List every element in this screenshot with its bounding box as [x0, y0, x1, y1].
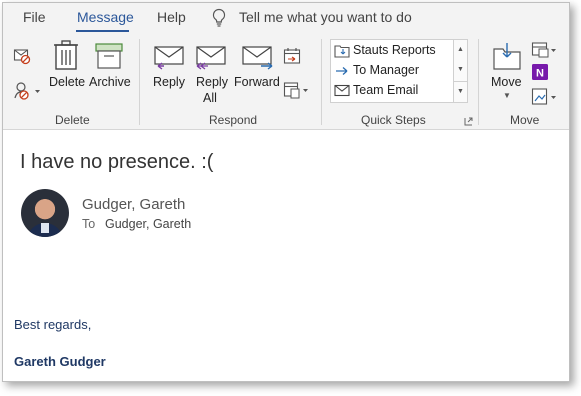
archive-icon[interactable]: [94, 43, 124, 69]
reply-all-button-line2[interactable]: All: [203, 91, 217, 105]
delete-group-label: Delete: [55, 113, 90, 127]
body-closing: Best regards,: [14, 317, 92, 332]
forward-arrow-icon: [336, 67, 348, 75]
active-tab-indicator: [76, 30, 129, 32]
chevron-down-icon[interactable]: ▼: [503, 91, 511, 100]
scroll-down-icon[interactable]: ▼: [454, 60, 467, 80]
reply-button[interactable]: Reply: [153, 75, 185, 89]
sender-name[interactable]: Gudger, Gareth: [82, 196, 185, 213]
actions-icon[interactable]: [531, 87, 559, 107]
onenote-icon[interactable]: N: [531, 63, 549, 81]
tab-message[interactable]: Message: [77, 9, 134, 25]
group-separator: [321, 39, 322, 125]
archive-button[interactable]: Archive: [89, 75, 131, 89]
body-signature: Gareth Gudger: [14, 354, 106, 369]
scroll-up-icon[interactable]: ▲: [454, 40, 467, 60]
quick-steps-scrollbar[interactable]: ▲ ▼ ▼: [453, 40, 467, 102]
trash-icon[interactable]: [53, 39, 79, 71]
quick-step-status-reports[interactable]: Stauts Reports: [333, 41, 451, 60]
quick-steps-gallery: Stauts Reports To Manager Team Email ▲ ▼…: [330, 39, 468, 103]
move-to-folder-icon: [334, 45, 350, 58]
ignore-icon[interactable]: [13, 47, 31, 65]
delete-button[interactable]: Delete: [49, 75, 85, 89]
move-group-label: Move: [510, 113, 540, 127]
menu-bar: File Message Help Tell me what you want …: [3, 3, 569, 33]
dialog-launcher-icon[interactable]: [464, 117, 473, 126]
lightbulb-icon: [212, 8, 226, 27]
tab-help[interactable]: Help: [157, 9, 186, 25]
quick-step-label: Team Email: [353, 83, 419, 97]
group-separator: [139, 39, 140, 125]
ribbon: Delete Archive Delete Reply Reply All Fo…: [3, 33, 569, 130]
tell-me-search[interactable]: Tell me what you want to do: [239, 9, 412, 25]
move-folder-icon[interactable]: [492, 41, 522, 71]
avatar-collar: [41, 223, 49, 233]
quick-step-label: Stauts Reports: [353, 43, 436, 57]
quick-step-label: To Manager: [353, 63, 420, 77]
tab-file[interactable]: File: [23, 9, 46, 25]
group-separator: [478, 39, 479, 125]
message-subject: I have no presence. :(: [20, 151, 214, 173]
reply-all-button[interactable]: Reply: [196, 75, 228, 89]
rules-icon[interactable]: [531, 41, 559, 59]
reply-all-icon[interactable]: [195, 45, 227, 71]
forward-button[interactable]: Forward: [234, 75, 280, 89]
more-respond-icon[interactable]: [283, 81, 311, 99]
meeting-reply-icon[interactable]: [283, 47, 301, 65]
junk-icon[interactable]: [13, 81, 43, 101]
expand-gallery-icon[interactable]: ▼: [454, 81, 467, 102]
outlook-message-window: File Message Help Tell me what you want …: [2, 2, 570, 382]
recipient-name[interactable]: Gudger, Gareth: [105, 217, 191, 231]
envelope-icon: [334, 84, 350, 97]
svg-text:N: N: [536, 68, 544, 80]
quick-steps-group-label: Quick Steps: [361, 113, 426, 127]
avatar[interactable]: [21, 189, 69, 237]
reply-icon[interactable]: [153, 45, 185, 71]
forward-icon[interactable]: [241, 45, 275, 71]
move-button[interactable]: Move: [491, 75, 522, 89]
quick-step-team-email[interactable]: Team Email: [333, 81, 451, 100]
to-label: To: [82, 217, 96, 231]
quick-step-to-manager[interactable]: To Manager: [333, 61, 451, 80]
respond-group-label: Respond: [209, 113, 258, 127]
